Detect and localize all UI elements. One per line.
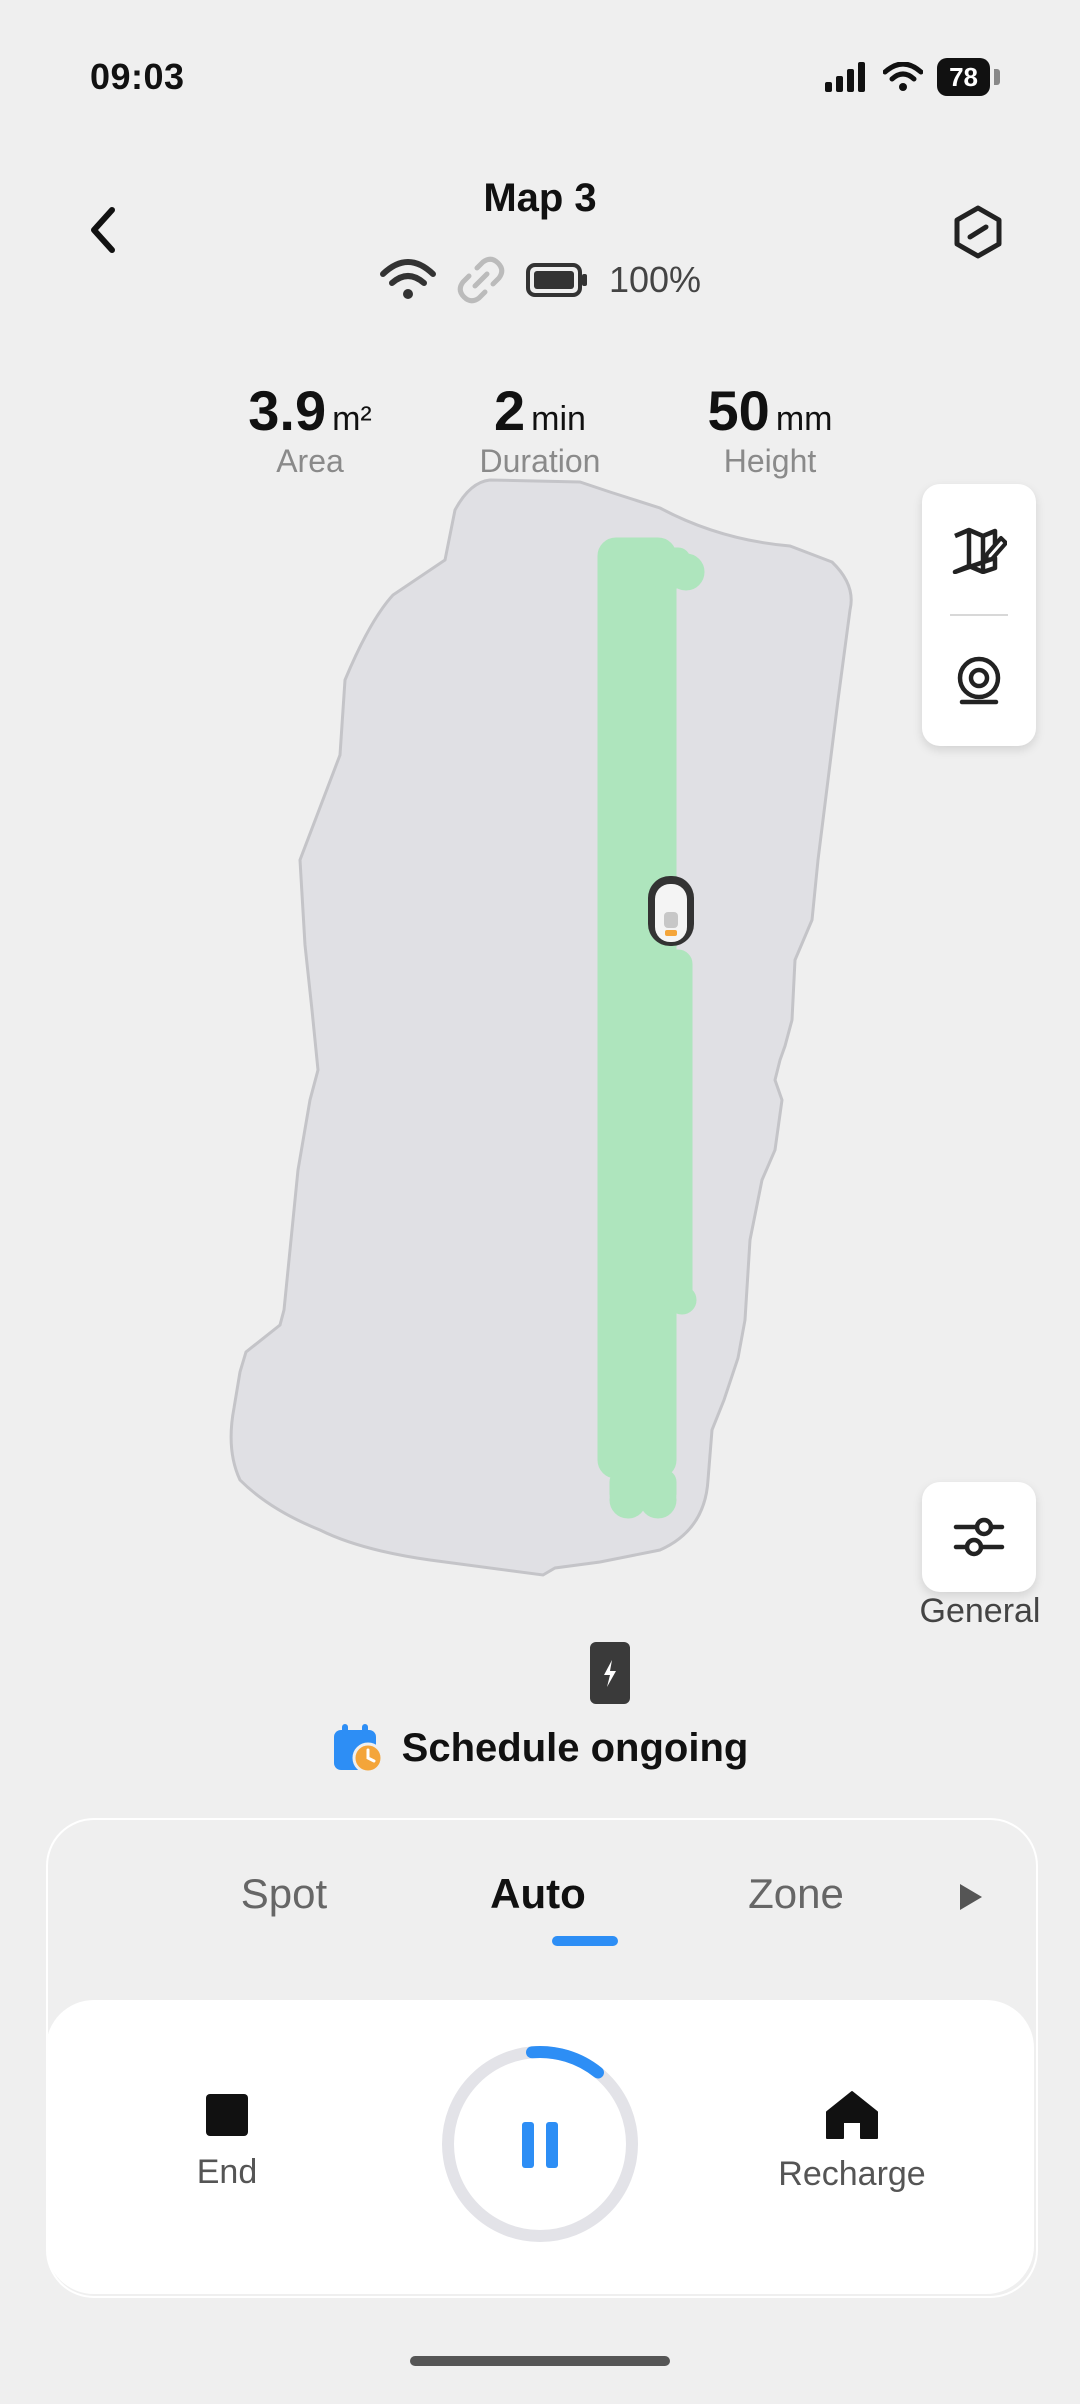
map-tools-panel — [922, 484, 1036, 746]
pause-button[interactable] — [440, 2044, 640, 2244]
mode-tabs: Spot Auto Zone — [46, 1870, 1034, 1950]
device-settings-icon[interactable] — [950, 204, 1006, 260]
home-indicator — [410, 2356, 670, 2366]
status-icons: 78 — [825, 58, 1000, 96]
schedule-status: Schedule ongoing — [0, 1722, 1080, 1774]
status-time: 09:03 — [90, 56, 185, 97]
stop-icon — [206, 2094, 248, 2136]
wifi-status-icon — [883, 62, 924, 91]
duration-value: 2 — [494, 379, 526, 442]
general-label: General — [919, 1592, 1041, 1630]
home-icon — [826, 2091, 878, 2139]
battery-indicator: 78 — [937, 58, 990, 96]
area-value: 3.9 — [248, 379, 327, 442]
general-settings-button[interactable] — [922, 1482, 1036, 1592]
lawn-map[interactable] — [0, 460, 1080, 1600]
device-battery-percent: 100% — [608, 259, 702, 300]
target-icon — [957, 656, 1001, 705]
cellular-signal-icon — [825, 62, 866, 92]
charging-dock-icon — [590, 1642, 630, 1704]
edit-map-button[interactable] — [922, 484, 1036, 614]
map-edit-icon — [952, 527, 1007, 574]
end-button[interactable]: End — [170, 2092, 284, 2192]
end-label: End — [196, 2153, 258, 2191]
pause-icon — [522, 2122, 534, 2168]
tab-auto[interactable]: Auto — [438, 1870, 638, 1918]
calendar-clock-icon — [333, 1724, 384, 1774]
schedule-text: Schedule ongoing — [401, 1725, 749, 1770]
sliders-icon — [953, 1517, 1005, 1557]
device-status-row: 100% — [0, 256, 1080, 304]
tab-spot[interactable]: Spot — [184, 1870, 384, 1918]
recharge-button[interactable]: Recharge — [772, 2090, 932, 2194]
mower-robot-icon — [648, 876, 694, 946]
active-tab-indicator — [552, 1936, 618, 1946]
locate-button[interactable] — [922, 616, 1036, 746]
height-unit: mm — [775, 400, 833, 438]
lawn-boundary — [229, 478, 853, 1577]
link-broken-icon — [457, 256, 505, 304]
duration-unit: min — [531, 400, 586, 438]
battery-tip — [994, 69, 1000, 85]
area-unit: m² — [332, 400, 372, 438]
tab-zone[interactable]: Zone — [696, 1870, 896, 1918]
device-battery-icon — [525, 263, 587, 297]
page-title: Map 3 — [483, 176, 597, 220]
wifi-icon — [379, 259, 436, 299]
height-value: 50 — [707, 379, 770, 442]
more-modes-arrow-icon[interactable] — [956, 1880, 986, 1914]
recharge-label: Recharge — [778, 2155, 926, 2193]
